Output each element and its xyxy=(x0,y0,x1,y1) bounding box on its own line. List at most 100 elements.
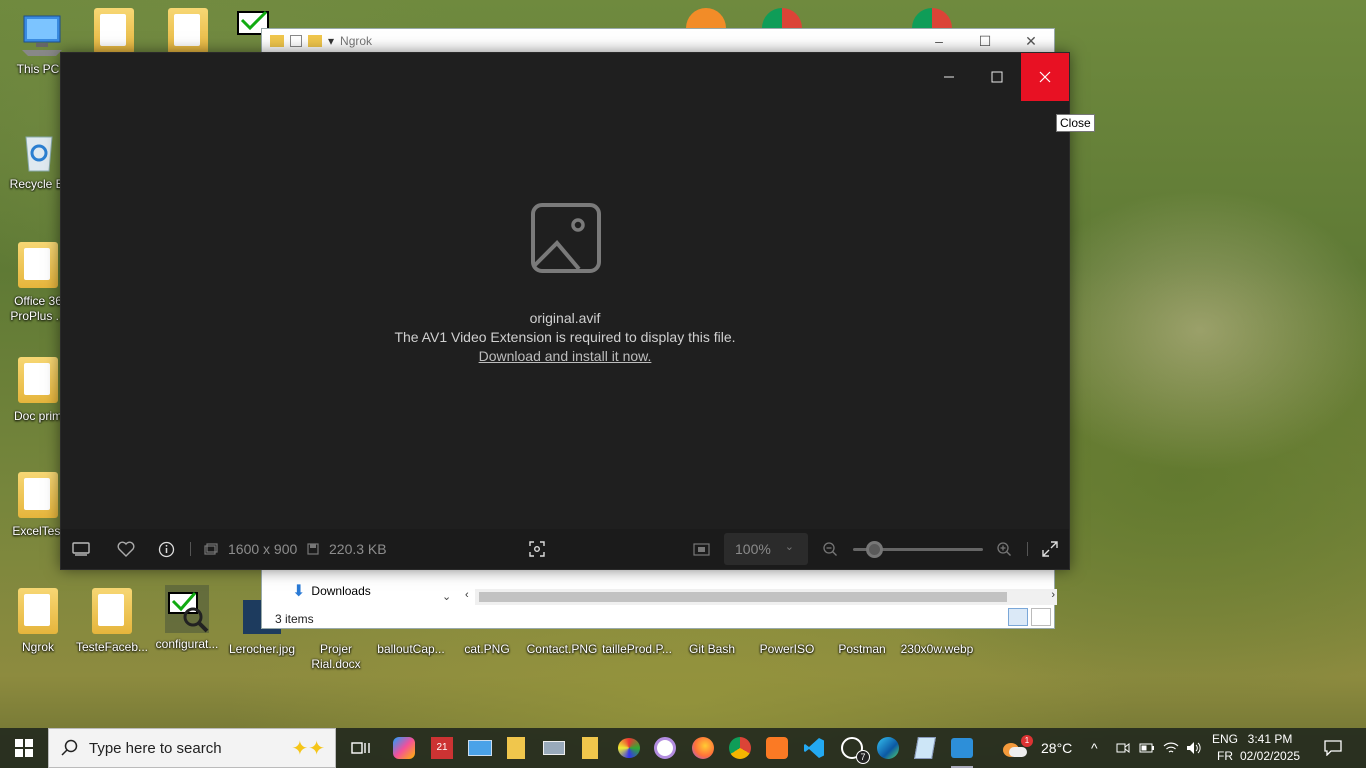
folder-icon[interactable] xyxy=(92,8,136,54)
desktop-icon-label: cat.PNG xyxy=(464,642,510,656)
network-share-icon[interactable] xyxy=(463,732,497,764)
zoom-in-icon[interactable] xyxy=(996,529,1012,569)
properties-icon[interactable] xyxy=(290,35,302,47)
recycle-bin-icon xyxy=(16,125,60,173)
explorer-maximize-button[interactable]: ☐ xyxy=(962,33,1008,50)
horizontal-scrollbar[interactable]: › ‹ xyxy=(465,589,1057,605)
folder-icon xyxy=(270,35,284,47)
desktop-icon-label: Lerocher.jpg xyxy=(228,642,296,656)
config-shortcut-icon xyxy=(165,585,209,633)
weather-widget[interactable]: 1 28°C xyxy=(1003,728,1072,768)
desktop-icon-label: Projer Rial.docx xyxy=(311,642,361,671)
maximize-button[interactable] xyxy=(973,53,1021,101)
download-arrow-icon: ⬇ xyxy=(292,583,306,600)
desktop-icon-label: configurat... xyxy=(155,637,219,651)
filmstrip-icon[interactable] xyxy=(72,529,90,569)
meet-now-icon[interactable] xyxy=(1116,728,1130,768)
fit-to-window-icon[interactable] xyxy=(693,529,710,569)
large-icons-view-button[interactable] xyxy=(1031,608,1051,626)
download-extension-link[interactable]: Download and install it now. xyxy=(61,348,1069,364)
desktop-icon-label: tailleProd.P... xyxy=(602,642,672,656)
desktop-icon-label: Git Bash xyxy=(688,642,736,656)
copilot-icon[interactable] xyxy=(387,732,421,764)
file-explorer-taskbar-icon[interactable] xyxy=(499,732,533,764)
notepad-icon[interactable] xyxy=(908,732,942,764)
windows-logo-icon xyxy=(15,739,33,757)
desktop-icon-label: PowerISO xyxy=(759,642,815,656)
search-placeholder: Type here to search xyxy=(89,739,222,757)
image-dimensions: 1600 x 900 xyxy=(228,541,298,557)
desktop-icon-label: Postman xyxy=(838,642,886,656)
file-size: 220.3 KB xyxy=(329,541,387,557)
scroll-right-icon[interactable]: › xyxy=(1051,589,1055,601)
xampp-icon[interactable] xyxy=(760,732,794,764)
drive-icon[interactable] xyxy=(537,732,571,764)
show-hidden-icons-chevron[interactable]: ^ xyxy=(1091,728,1098,768)
close-button[interactable] xyxy=(1021,53,1069,101)
download-link-text[interactable]: Download and install it now. xyxy=(479,348,652,364)
nav-item-label: Downloads xyxy=(311,584,371,598)
new-folder-icon[interactable] xyxy=(308,35,322,47)
language-indicator[interactable]: ENG FR xyxy=(1210,731,1240,765)
folder-icon xyxy=(16,242,60,290)
zoom-slider-knob[interactable] xyxy=(866,541,883,558)
folder-taskbar-icon[interactable] xyxy=(573,732,607,764)
nav-item-downloads[interactable]: ⬇ Downloads xyxy=(292,581,371,601)
close-tooltip: Close xyxy=(1056,114,1095,132)
weather-alert-badge: 1 xyxy=(1021,735,1033,747)
folder-icon xyxy=(16,472,60,520)
system-clock[interactable]: 3:41 PM 02/02/2025 xyxy=(1240,731,1300,765)
explorer-close-button[interactable]: ✕ xyxy=(1008,33,1054,50)
full-screen-icon[interactable] xyxy=(1042,529,1058,569)
battery-icon[interactable] xyxy=(1139,728,1155,768)
paint-icon[interactable] xyxy=(612,732,646,764)
desktop-icon-configurat[interactable]: configurat... xyxy=(149,585,225,652)
folder-icon xyxy=(16,588,60,636)
clock-time: 3:41 PM xyxy=(1247,732,1293,746)
edge-icon[interactable] xyxy=(871,732,905,764)
file-info-icon[interactable] xyxy=(158,529,175,569)
toolbar-separator xyxy=(190,542,191,556)
photos-viewer-window[interactable]: original.avif The AV1 Video Extension is… xyxy=(60,52,1070,570)
calendar-app-icon[interactable]: 21 xyxy=(425,732,459,764)
desktop-icon-label: Contact.PNG xyxy=(526,642,598,656)
desktop-icon-testefaceb[interactable]: TesteFaceb... xyxy=(74,588,150,655)
scrollbar-thumb[interactable] xyxy=(479,592,1007,602)
favorite-heart-icon[interactable] xyxy=(117,529,135,569)
whatsapp-icon[interactable]: 7 xyxy=(835,732,870,764)
minimize-button[interactable] xyxy=(925,53,973,101)
nav-scroll-down-icon[interactable]: ⌄ xyxy=(442,590,451,603)
image-placeholder-icon xyxy=(531,203,601,273)
chrome-taskbar-icon[interactable] xyxy=(723,732,757,764)
firefox-icon[interactable] xyxy=(686,732,720,764)
desktop-icon-label: TesteFaceb... xyxy=(75,640,149,654)
item-count-status: 3 items xyxy=(275,612,314,626)
vscode-icon[interactable] xyxy=(797,732,831,764)
scroll-left-icon[interactable]: ‹ xyxy=(465,589,469,601)
wifi-icon[interactable] xyxy=(1163,728,1179,768)
desktop-icon-ngrok[interactable]: Ngrok xyxy=(0,588,76,655)
error-message: The AV1 Video Extension is required to d… xyxy=(394,329,736,345)
task-view-icon[interactable] xyxy=(344,732,378,764)
visual-search-icon[interactable] xyxy=(529,529,545,569)
whatsapp-badge: 7 xyxy=(856,750,870,764)
taskbar-search-box[interactable]: Type here to search ✦✦ xyxy=(48,728,336,768)
folder-icon[interactable] xyxy=(166,8,210,54)
weather-temperature: 28°C xyxy=(1041,740,1073,756)
zoom-out-icon[interactable] xyxy=(822,529,838,569)
details-view-button[interactable] xyxy=(1008,608,1028,626)
notifications-icon[interactable] xyxy=(1324,728,1342,768)
volume-icon[interactable] xyxy=(1186,728,1202,768)
folder-icon xyxy=(90,588,134,636)
quick-access-dropdown-icon[interactable]: ▾ xyxy=(328,34,334,48)
zoom-slider[interactable] xyxy=(853,541,983,558)
language-secondary: FR xyxy=(1217,749,1233,763)
explorer-minimize-button[interactable]: – xyxy=(916,33,962,49)
start-button[interactable] xyxy=(0,728,48,768)
photos-app-icon[interactable] xyxy=(945,732,979,768)
explorer-title: Ngrok xyxy=(340,34,373,48)
zoom-level-dropdown[interactable]: 100% ⌄ xyxy=(724,533,808,565)
taskbar: Type here to search ✦✦ 21 7 1 28°C ^ ENG… xyxy=(0,728,1366,768)
chevron-down-icon: ⌄ xyxy=(784,541,794,553)
circle-app-icon[interactable] xyxy=(648,732,682,764)
